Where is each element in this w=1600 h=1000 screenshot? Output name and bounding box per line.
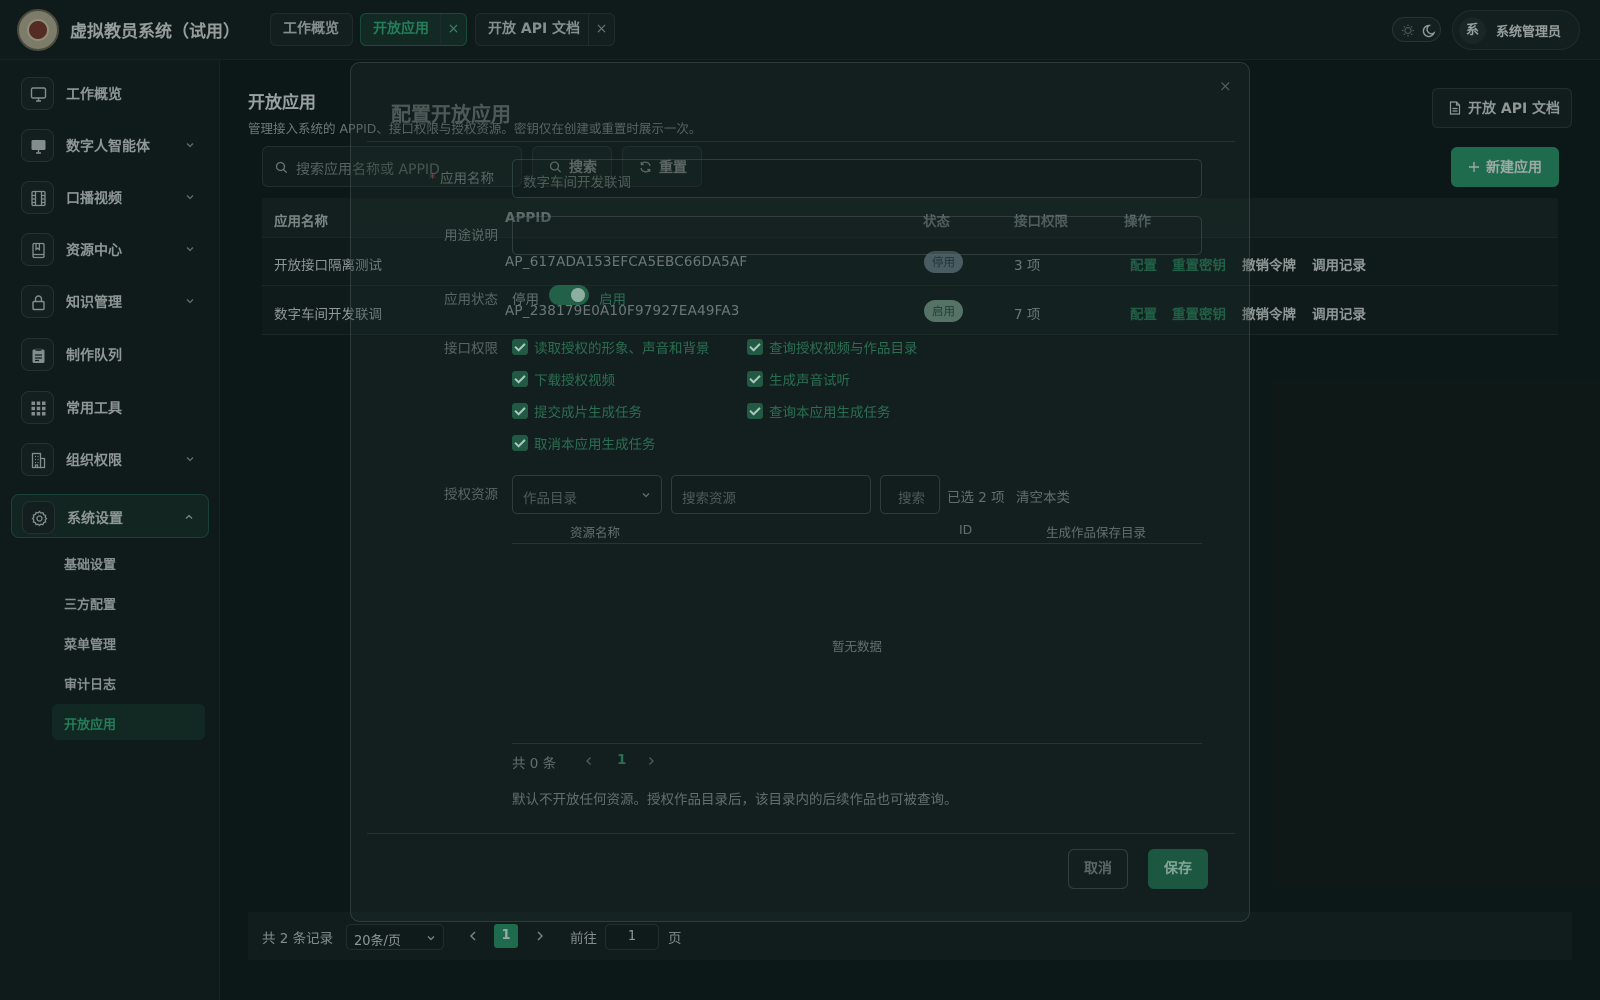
resource-category-value: 作品目录 <box>523 491 577 507</box>
resource-search-input[interactable]: 搜索资源 <box>671 475 871 514</box>
permission-checkbox[interactable] <box>747 371 763 387</box>
permission-label: 取消本应用生成任务 <box>534 437 656 453</box>
app-name-value: 数字车间开发联调 <box>523 175 631 191</box>
permission-label: 读取授权的形象、声音和背景 <box>534 341 710 357</box>
resources-label: 授权资源 <box>444 487 498 503</box>
cancel-button[interactable]: 取消 <box>1068 849 1128 889</box>
description-label: 用途说明 <box>444 228 498 244</box>
permission-checkbox[interactable] <box>512 435 528 451</box>
configure-app-dialog: × 配置开放应用 * 应用名称 数字车间开发联调 用途说明 应用状态 停用 启用… <box>350 62 1250 922</box>
clear-category-link[interactable]: 清空本类 <box>1016 486 1070 506</box>
resource-table-header: 资源名称 ID 生成作品保存目录 <box>512 514 1202 544</box>
status-off-label: 停用 <box>512 292 539 308</box>
resource-table-footer-line <box>512 743 1202 744</box>
permission-label: 下载授权视频 <box>534 373 615 389</box>
status-toggle[interactable] <box>549 285 589 305</box>
dialog-footer-divider <box>367 833 1235 834</box>
close-icon[interactable]: × <box>1219 77 1232 95</box>
permissions-label: 接口权限 <box>444 341 498 357</box>
permission-checkbox[interactable] <box>512 371 528 387</box>
dialog-divider <box>367 141 1235 142</box>
dialog-title: 配置开放应用 <box>391 102 511 126</box>
resource-search-label: 搜索 <box>898 491 925 507</box>
permission-label: 生成声音试听 <box>769 373 850 389</box>
resource-note: 默认不开放任何资源。授权作品目录后，该目录内的后续作品也可被查询。 <box>512 792 958 808</box>
resource-search-placeholder: 搜索资源 <box>682 491 736 507</box>
column-header-output-dir: 生成作品保存目录 <box>1046 525 1147 540</box>
empty-state: 暂无数据 <box>832 639 883 654</box>
prev-page-icon[interactable] <box>583 755 595 767</box>
status-label: 应用状态 <box>444 292 498 308</box>
column-header-resource-name: 资源名称 <box>570 525 621 540</box>
save-button[interactable]: 保存 <box>1148 849 1208 889</box>
resource-total: 共 0 条 <box>512 756 557 772</box>
resource-page-current[interactable]: 1 <box>617 752 626 768</box>
permission-checkbox[interactable] <box>747 339 763 355</box>
app-name-label: * 应用名称 <box>429 171 495 187</box>
chevron-down-icon <box>642 493 650 498</box>
column-header-resource-id: ID <box>959 522 973 537</box>
permission-label: 提交成片生成任务 <box>534 405 642 421</box>
description-field[interactable] <box>512 216 1202 255</box>
permission-checkbox[interactable] <box>512 403 528 419</box>
permission-label: 查询授权视频与作品目录 <box>769 341 918 357</box>
app-name-field[interactable]: 数字车间开发联调 <box>512 159 1202 198</box>
selected-count: 已选 2 项 <box>947 490 1005 506</box>
permission-checkbox[interactable] <box>512 339 528 355</box>
permission-checkbox[interactable] <box>747 403 763 419</box>
status-on-label: 启用 <box>599 292 626 308</box>
next-page-icon[interactable] <box>645 755 657 767</box>
permission-label: 查询本应用生成任务 <box>769 405 891 421</box>
resource-category-select[interactable]: 作品目录 <box>512 475 662 514</box>
resource-search-button[interactable]: 搜索 <box>880 475 940 514</box>
